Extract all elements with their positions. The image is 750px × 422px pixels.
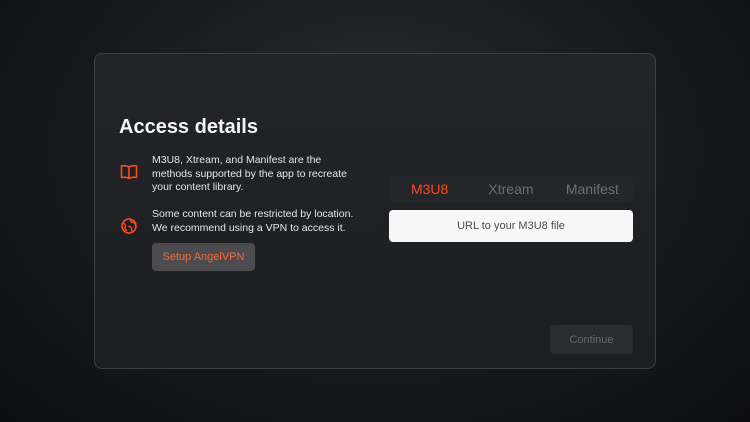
tab-manifest[interactable]: Manifest xyxy=(552,181,633,197)
vpn-info-text: Some content can be restricted by locati… xyxy=(152,208,354,234)
info-row-methods: M3U8, Xtream, and Manifest are the metho… xyxy=(119,154,362,195)
info-row-vpn: Some content can be restricted by locati… xyxy=(119,208,362,236)
source-type-tabs: M3U8 Xtream Manifest xyxy=(389,176,633,202)
access-details-panel: Access details M3U8, Xtream, and Manifes… xyxy=(94,53,656,369)
vpn-globe-icon xyxy=(119,216,139,236)
m3u8-url-input[interactable] xyxy=(389,210,633,242)
tab-m3u8[interactable]: M3U8 xyxy=(389,181,470,197)
book-icon xyxy=(119,162,139,182)
setup-vpn-button[interactable]: Setup AngelVPN xyxy=(152,243,255,271)
page-title: Access details xyxy=(119,116,258,138)
methods-info-text: M3U8, Xtream, and Manifest are the metho… xyxy=(152,154,347,193)
continue-button[interactable]: Continue xyxy=(550,325,633,354)
tab-xtream[interactable]: Xtream xyxy=(470,181,551,197)
